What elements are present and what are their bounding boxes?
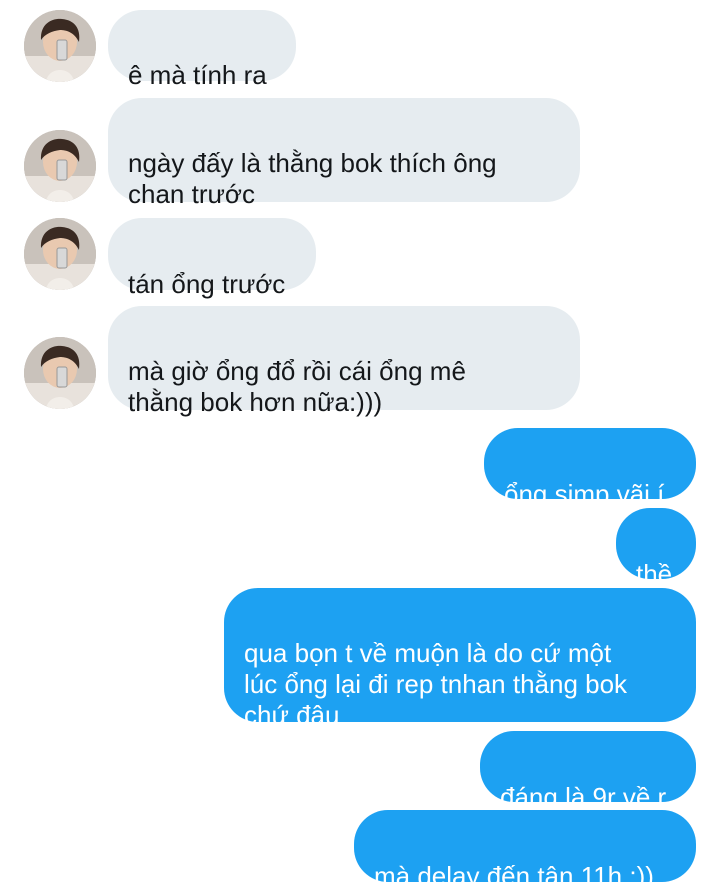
sender-avatar[interactable] bbox=[24, 337, 96, 409]
message-bubble-outgoing[interactable]: đáng là 9r về r bbox=[480, 731, 696, 812]
message-text: ổng simp vãi í bbox=[504, 479, 665, 509]
message-bubble-outgoing[interactable]: qua bọn t về muộn là do cứ một lúc ổng l… bbox=[224, 588, 696, 730]
sender-avatar[interactable] bbox=[24, 218, 96, 290]
message-bubble-outgoing[interactable]: ổng simp vãi í bbox=[484, 428, 696, 509]
message-bubble-incoming[interactable]: ê mà tính ra bbox=[108, 10, 296, 90]
sender-avatar[interactable] bbox=[24, 130, 96, 202]
message-bubble-outgoing[interactable]: mà delay đến tận 11h :)) bbox=[354, 810, 696, 891]
message-text: thề bbox=[636, 559, 673, 589]
message-text: tán ổng trước bbox=[128, 269, 286, 299]
message-bubble-outgoing[interactable]: thề bbox=[616, 508, 696, 589]
message-bubble-incoming[interactable]: ngày đấy là thằng bok thích ông chan trư… bbox=[108, 98, 580, 209]
message-text: qua bọn t về muộn là do cứ một lúc ổng l… bbox=[244, 638, 628, 730]
sender-avatar[interactable] bbox=[24, 10, 96, 82]
message-text: đáng là 9r về r bbox=[500, 782, 667, 812]
message-bubble-incoming[interactable]: tán ổng trước bbox=[108, 218, 316, 299]
message-text: mà giờ ổng đổ rồi cái ổng mê thằng bok h… bbox=[128, 356, 466, 417]
message-text: mà delay đến tận 11h :)) bbox=[374, 861, 654, 891]
message-text: ê mà tính ra bbox=[128, 60, 267, 90]
message-bubble-incoming[interactable]: mà giờ ổng đổ rồi cái ổng mê thằng bok h… bbox=[108, 306, 580, 417]
message-text: ngày đấy là thằng bok thích ông chan trư… bbox=[128, 148, 497, 209]
